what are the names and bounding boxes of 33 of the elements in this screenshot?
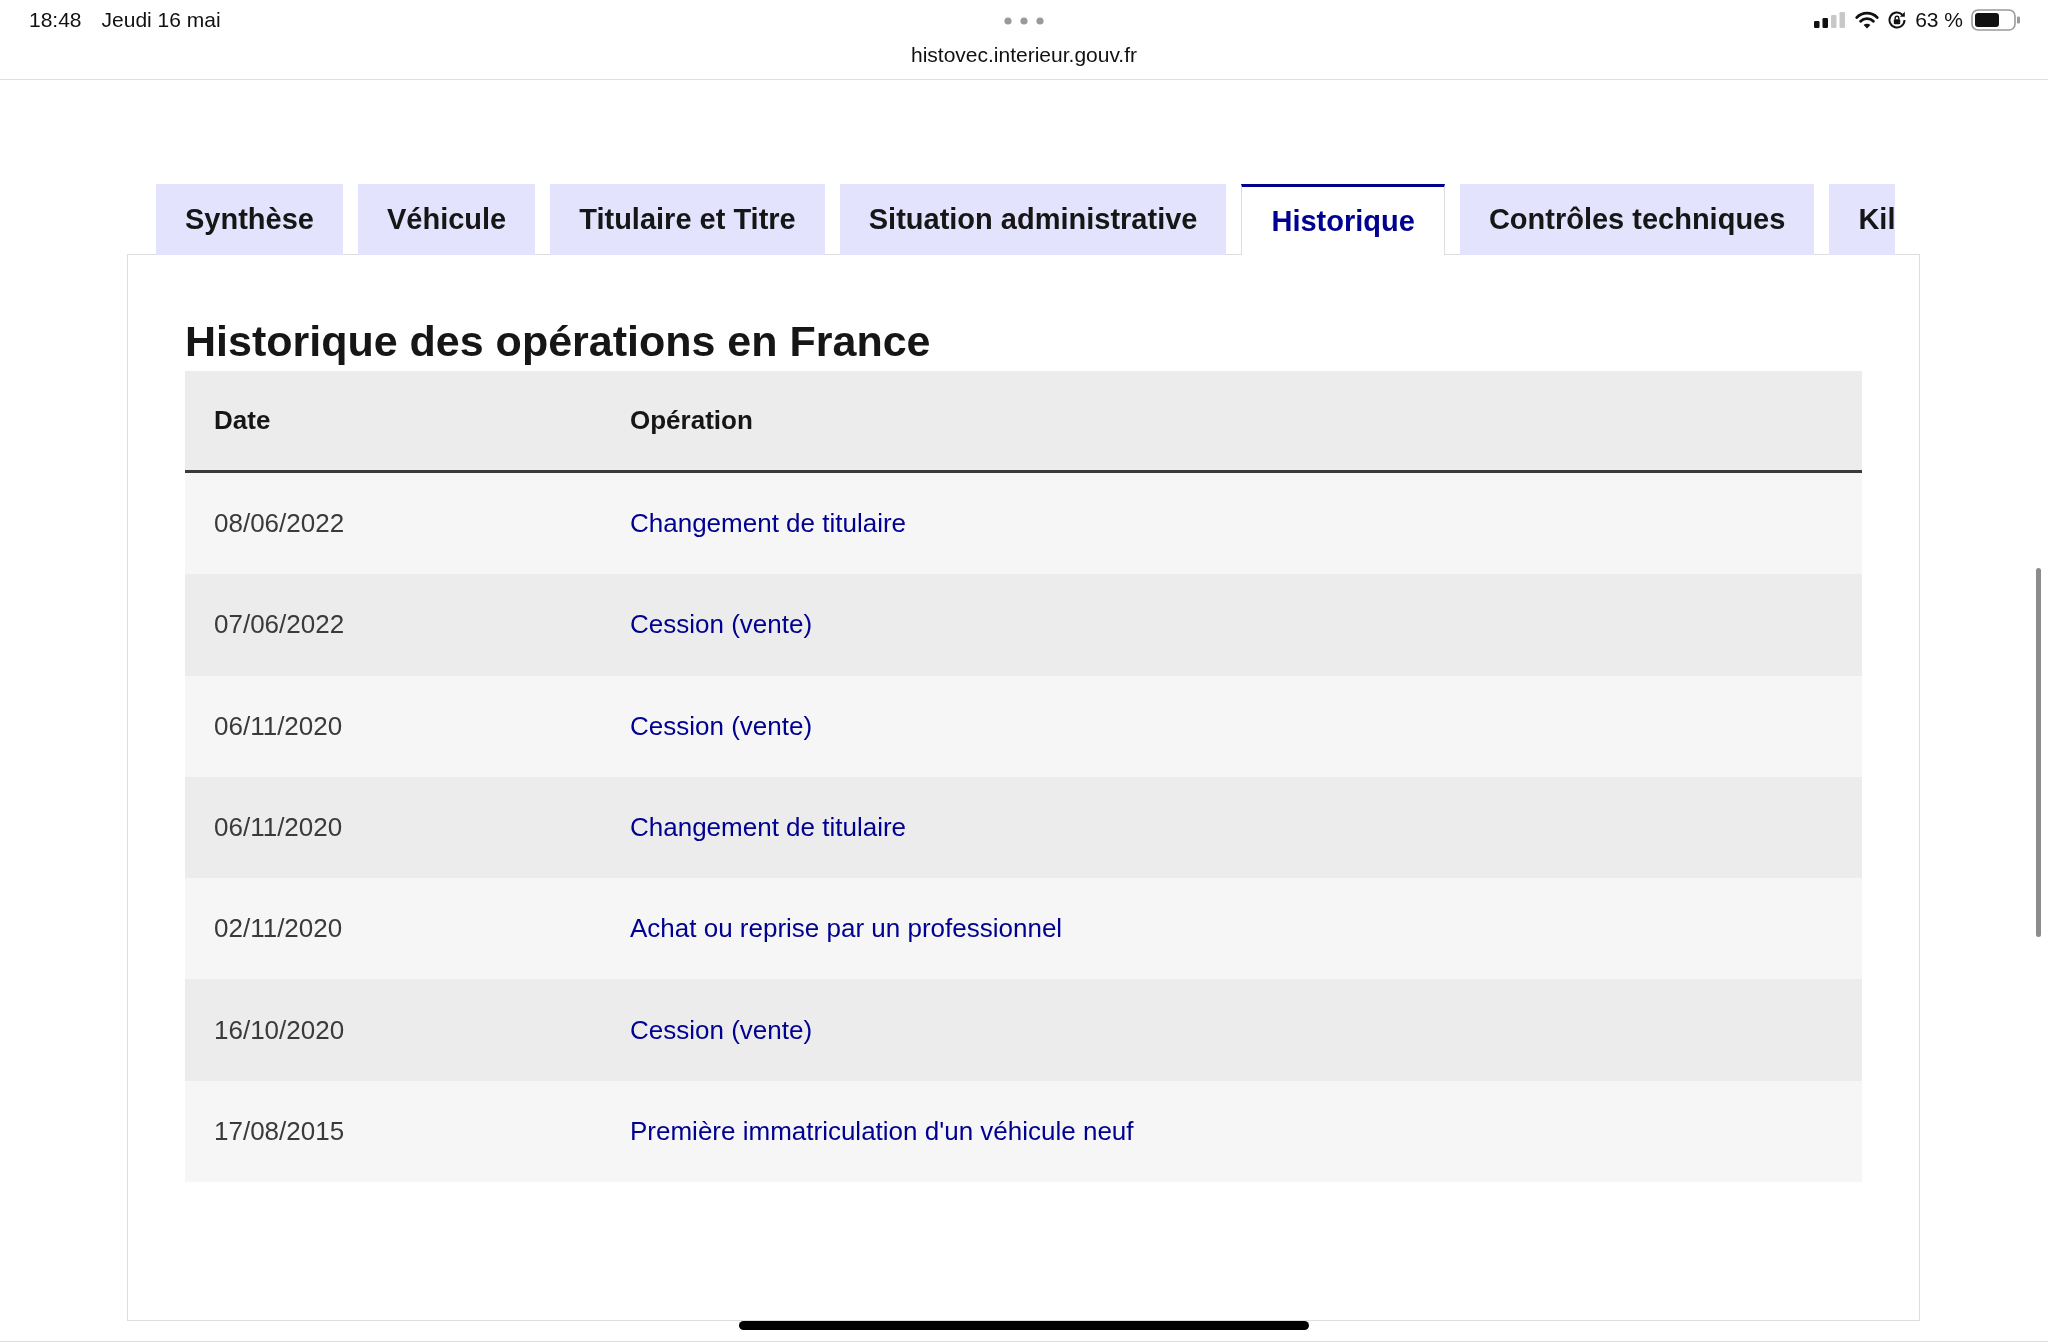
- date-cell: 06/11/2020: [214, 812, 343, 844]
- signal-icon: [1814, 12, 1846, 28]
- tab[interactable]: Historique: [1241, 184, 1445, 255]
- tab[interactable]: Contrôles techniques: [1459, 184, 1815, 255]
- date-cell: 08/06/2022: [214, 508, 345, 540]
- tab[interactable]: Synthèse: [156, 184, 343, 255]
- status-date: Jeudi 16 mai: [101, 8, 221, 32]
- section-title: Historique des opérations en France: [185, 316, 932, 367]
- battery-icon: [1971, 9, 2021, 31]
- operation-cell: Changement de titulaire: [630, 508, 907, 540]
- operation-cell: Cession (vente): [630, 1014, 813, 1046]
- date-cell: 16/10/2020: [214, 1014, 345, 1046]
- date-cell: 07/06/2022: [214, 609, 345, 641]
- date-cell: 17/08/2015: [214, 1115, 345, 1147]
- tab[interactable]: Véhicule: [357, 184, 536, 255]
- column-header: Opération: [629, 405, 753, 436]
- date-cell: 02/11/2020: [214, 913, 343, 945]
- tab[interactable]: Situation administrative: [839, 184, 1227, 255]
- operation-cell: Achat ou reprise par un professionnel: [630, 913, 1063, 945]
- date-cell: 06/11/2020: [214, 710, 343, 742]
- operation-cell: Cession (vente): [630, 710, 813, 742]
- rotation-lock-icon: [1887, 10, 1908, 30]
- status-time: 18:48: [29, 8, 82, 32]
- operation-cell: Changement de titulaire: [630, 812, 907, 844]
- three-dots-icon[interactable]: [1004, 17, 1044, 25]
- tab[interactable]: Kil: [1829, 184, 1896, 255]
- operation-cell: Cession (vente): [630, 609, 813, 641]
- operation-cell: Première immatriculation d'un véhicule neuf: [630, 1115, 1134, 1147]
- wifi-icon: [1855, 11, 1880, 29]
- battery-percent: 63 %: [1915, 8, 1963, 32]
- address-text[interactable]: histovec.interieur.gouv.fr: [910, 43, 1138, 67]
- tab[interactable]: Titulaire et Titre: [550, 184, 825, 255]
- column-header: Date: [213, 405, 271, 436]
